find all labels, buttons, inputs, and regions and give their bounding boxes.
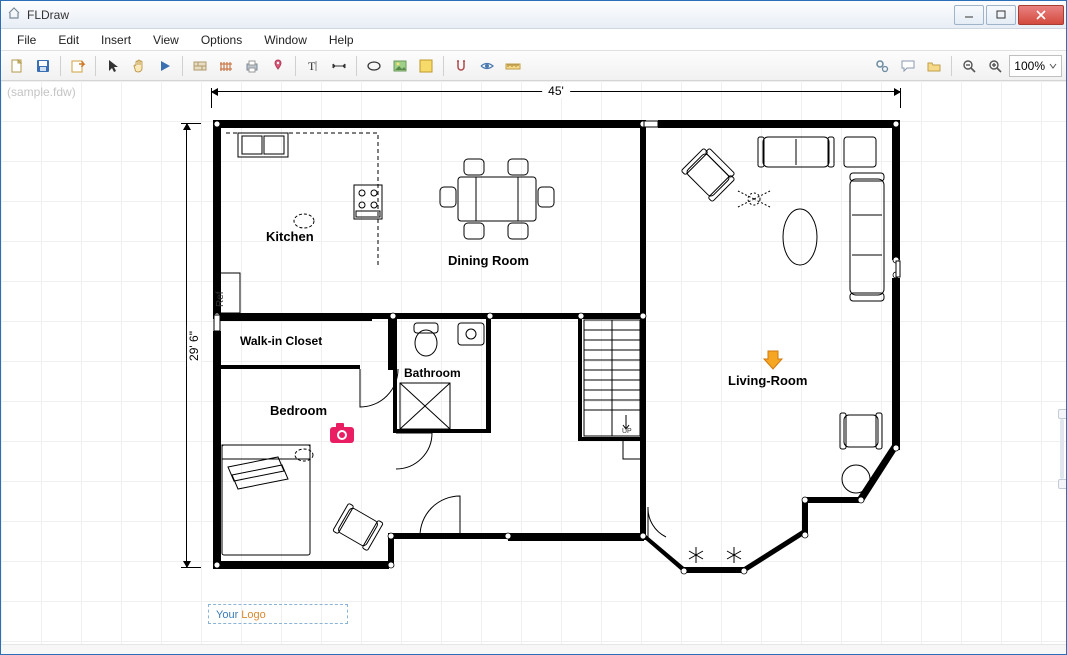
svg-text:T: T — [308, 59, 316, 73]
separator — [356, 56, 357, 76]
print-button[interactable] — [240, 54, 264, 78]
windows — [214, 121, 900, 331]
menubar: File Edit Insert View Options Window Hel… — [1, 29, 1066, 51]
menu-help[interactable]: Help — [319, 31, 364, 49]
zoom-in-button[interactable] — [983, 54, 1007, 78]
your-logo-text: Your Logo — [216, 609, 266, 621]
label-dining: Dining Room — [448, 253, 529, 268]
menu-edit[interactable]: Edit — [48, 31, 89, 49]
close-button[interactable] — [1018, 5, 1064, 25]
zoom-out-button[interactable] — [957, 54, 981, 78]
save-button[interactable] — [31, 54, 55, 78]
dining-set — [440, 159, 554, 239]
toolbar: T 100% — [1, 51, 1066, 81]
label-up: UP — [622, 428, 632, 435]
label-bathroom: Bathroom — [404, 366, 461, 380]
menu-options[interactable]: Options — [191, 31, 252, 49]
label-kitchen: Kitchen — [266, 229, 314, 244]
zoom-value: 100% — [1014, 59, 1045, 73]
camera-icon — [330, 423, 354, 443]
chevron-down-icon — [1049, 62, 1057, 70]
snap-tool[interactable] — [449, 54, 473, 78]
dimension-top: 45' — [211, 91, 901, 109]
maximize-button[interactable] — [986, 5, 1016, 25]
plan-svg: Kitchen Ref Dining Room — [208, 115, 908, 615]
menu-view[interactable]: View — [143, 31, 189, 49]
filename-watermark: (sample.fdw) — [7, 85, 76, 99]
marker-arrow-icon — [764, 351, 782, 369]
floor-plan[interactable]: 45' 29' 6" — [186, 93, 906, 623]
ellipse-tool[interactable] — [362, 54, 386, 78]
app-icon — [7, 6, 21, 23]
separator — [95, 56, 96, 76]
window-title: FLDraw — [27, 8, 954, 22]
settings-button[interactable] — [870, 54, 894, 78]
play-button[interactable] — [153, 54, 177, 78]
separator — [443, 56, 444, 76]
new-button[interactable] — [5, 54, 29, 78]
titlebar: FLDraw — [1, 1, 1066, 29]
vertical-scrollbar[interactable] — [1060, 419, 1064, 479]
label-bedroom: Bedroom — [270, 403, 327, 418]
menu-file[interactable]: File — [7, 31, 46, 49]
dimension-top-label: 45' — [542, 84, 570, 98]
label-closet: Walk-in Closet — [240, 334, 322, 348]
kitchen — [220, 133, 382, 313]
pin-tool[interactable] — [266, 54, 290, 78]
text-tool[interactable]: T — [301, 54, 325, 78]
statusbar — [1, 644, 1066, 654]
separator — [60, 56, 61, 76]
dimension-left: 29' 6" — [186, 123, 204, 568]
app-window: FLDraw File Edit Insert View Options Win… — [0, 0, 1067, 655]
doors — [360, 369, 666, 537]
image-tool[interactable] — [388, 54, 412, 78]
label-living: Living-Room — [728, 373, 807, 388]
label-ref: Ref — [215, 291, 226, 307]
bedroom — [222, 445, 383, 555]
export-button[interactable] — [66, 54, 90, 78]
visibility-tool[interactable] — [475, 54, 499, 78]
window-controls — [954, 5, 1064, 25]
ruler-tool[interactable] — [501, 54, 525, 78]
menu-window[interactable]: Window — [254, 31, 317, 49]
separator — [295, 56, 296, 76]
pan-tool[interactable] — [127, 54, 151, 78]
fence-tool[interactable] — [214, 54, 238, 78]
folder-button[interactable] — [922, 54, 946, 78]
dimension-tool[interactable] — [327, 54, 351, 78]
separator — [182, 56, 183, 76]
comment-button[interactable] — [896, 54, 920, 78]
dimension-left-label: 29' 6" — [187, 325, 201, 367]
separator — [951, 56, 952, 76]
minimize-button[interactable] — [954, 5, 984, 25]
pointer-tool[interactable] — [101, 54, 125, 78]
zoom-level[interactable]: 100% — [1009, 55, 1062, 77]
wall-tool[interactable] — [188, 54, 212, 78]
color-tool[interactable] — [414, 54, 438, 78]
canvas[interactable]: (sample.fdw) 45' 29' 6" — [1, 81, 1066, 644]
menu-insert[interactable]: Insert — [91, 31, 141, 49]
